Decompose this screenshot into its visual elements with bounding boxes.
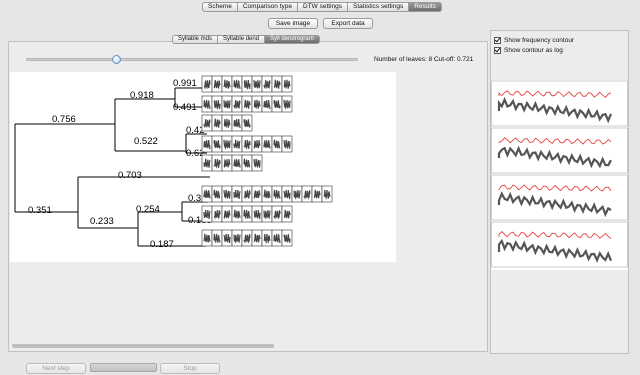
show-contour-as-log-checkbox[interactable]: Show contour as log: [494, 47, 563, 54]
dendrogram-labels: 0.991 0.918 0.491 0.756 0.42 0.522 0.62 …: [28, 78, 212, 250]
leaves-cutoff-readout: Number of leaves: 8 Cut-off: 0.721: [374, 56, 474, 63]
leaf-contour: [213, 80, 221, 90]
show-frequency-contour-checkbox[interactable]: Show frequency contour: [494, 37, 574, 44]
node-label: 0.351: [28, 205, 52, 216]
contour-list[interactable]: [491, 80, 628, 270]
node-label: 0.918: [130, 90, 154, 101]
tab-comparison-type[interactable]: Comparison type: [237, 2, 298, 12]
horizontal-scrollbar[interactable]: [12, 344, 274, 348]
node-label: 0.703: [118, 170, 142, 181]
contour-panels: [491, 80, 628, 268]
show-contour-as-log-label: Show contour as log: [504, 47, 563, 54]
cutoff-slider[interactable]: [26, 58, 358, 61]
leaf-cell: [251, 75, 263, 93]
leaf-cell: [291, 185, 303, 203]
tab-dtw-settings[interactable]: DTW settings: [298, 2, 349, 12]
leaf-cell: [221, 95, 233, 113]
leaf-contour: [253, 190, 261, 200]
node-label: 0.491: [173, 102, 197, 113]
save-image-button[interactable]: Save image: [268, 18, 318, 29]
checkbox-checked-icon[interactable]: [494, 37, 501, 44]
leaf-contour: [213, 118, 221, 128]
checkbox-checked-icon[interactable]: [494, 47, 501, 54]
leaf-contour: [213, 209, 221, 220]
export-data-button[interactable]: Export data: [323, 18, 373, 29]
tab-statistics-settings[interactable]: Statistics settings: [348, 2, 410, 12]
node-label: 0.522: [134, 136, 158, 147]
tab-syll-dendrogram[interactable]: Syll dendrogram: [265, 35, 320, 44]
dendrogram-canvas: 0.991 0.918 0.491 0.756 0.42 0.522 0.62 …: [10, 72, 396, 262]
node-label: 0.991: [173, 78, 197, 89]
contour-thumbnail[interactable]: [491, 221, 628, 268]
show-frequency-contour-label: Show frequency contour: [504, 37, 575, 44]
leaf-contour: [253, 233, 261, 243]
node-label: 0.756: [52, 114, 76, 125]
node-label: 0.254: [136, 204, 160, 215]
cutoff-slider-thumb[interactable]: [111, 55, 121, 64]
leaf-contour: [273, 79, 281, 89]
leaf-contour: [243, 189, 251, 200]
leaf-cell: [261, 205, 273, 223]
tab-results[interactable]: Results: [409, 2, 442, 12]
leaf-contour: [283, 209, 291, 219]
node-label: 0.187: [150, 239, 174, 250]
node-label: 0.233: [90, 216, 114, 227]
leaf-contour: [243, 99, 251, 109]
tab-syllable-mds[interactable]: Syllable mds: [172, 35, 219, 44]
view-tabbar: Syllable mds Syllable dend Syll dendrogr…: [172, 35, 320, 44]
next-step-button[interactable]: Next step: [26, 363, 86, 374]
leaf-contour: [313, 189, 321, 199]
contour-svg: [491, 80, 628, 268]
leaf-spectrograms: [201, 75, 333, 247]
main-tabbar: Scheme Comparison type DTW settings Stat…: [202, 2, 442, 12]
leaf-cell: [231, 229, 243, 247]
progress-bar: [90, 363, 157, 372]
tab-scheme[interactable]: Scheme: [202, 2, 238, 12]
tab-syllable-dend[interactable]: Syllable dend: [218, 35, 266, 44]
stop-button[interactable]: Stop: [160, 363, 220, 374]
leaf-contour: [223, 210, 231, 220]
dendrogram-svg: 0.991 0.918 0.491 0.756 0.42 0.522 0.62 …: [14, 75, 333, 250]
